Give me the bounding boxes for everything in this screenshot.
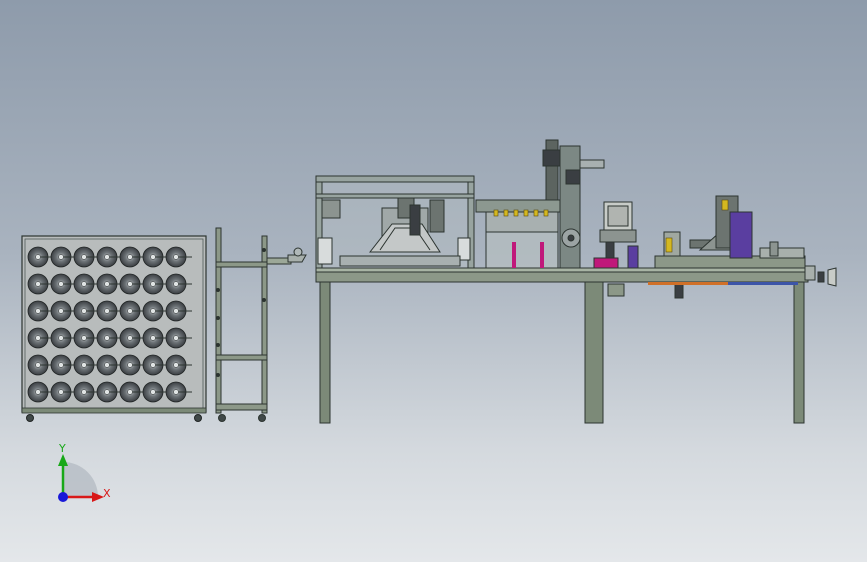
spool-hub [104, 281, 110, 287]
spool-hub [104, 308, 110, 314]
spool-hub [127, 281, 133, 287]
spool-hub [35, 281, 41, 287]
spool-hub [35, 389, 41, 395]
spool-rack [21, 235, 207, 422]
spool-hub [81, 281, 87, 287]
gantry-station [315, 175, 475, 269]
spool-hub [127, 362, 133, 368]
spool-hub [104, 389, 110, 395]
motor-station [593, 201, 639, 269]
side-rack [215, 227, 307, 422]
spool-hub [35, 308, 41, 314]
assembly-drawing: Y X [21, 139, 837, 502]
triad-plane [63, 462, 98, 497]
spool-hub [35, 362, 41, 368]
y-arrowhead [58, 454, 68, 466]
spool-hub [58, 335, 64, 341]
spool-hub [173, 281, 179, 287]
spool-hub [35, 335, 41, 341]
cad-viewport[interactable]: Y X [0, 0, 867, 562]
spool-hub [173, 362, 179, 368]
spool-hub [58, 308, 64, 314]
spool-hub [173, 389, 179, 395]
table-leg [793, 281, 805, 424]
spool-hub [173, 308, 179, 314]
spool-hub [150, 281, 156, 287]
spool-hub [150, 362, 156, 368]
spool-rack-base [21, 407, 207, 414]
spool-hub [127, 308, 133, 314]
table-leg [584, 281, 604, 424]
spool-hub [127, 254, 133, 260]
z-axis-origin [58, 492, 68, 502]
spool-hub [104, 254, 110, 260]
spool-hub [81, 335, 87, 341]
spool-hub [58, 362, 64, 368]
spool-hub [81, 362, 87, 368]
center-station [475, 139, 605, 269]
spool-hub [58, 254, 64, 260]
spool-hub [150, 389, 156, 395]
coordinate-triad: Y X [58, 442, 111, 502]
spool-hub [81, 389, 87, 395]
table-leg [319, 281, 331, 424]
spool-hub [104, 362, 110, 368]
x-axis-label: X [103, 487, 111, 500]
caster-wheel [26, 414, 202, 422]
spool-hub [150, 308, 156, 314]
spool-hub [173, 335, 179, 341]
spool-hub [173, 254, 179, 260]
spool-hub [81, 308, 87, 314]
spool-hub [81, 254, 87, 260]
spool-hub [150, 254, 156, 260]
spool-hub [35, 254, 41, 260]
machine-table [315, 267, 809, 424]
y-axis-label: Y [58, 442, 66, 455]
spool-hub [104, 335, 110, 341]
spool-hub [58, 389, 64, 395]
spool-hub [58, 281, 64, 287]
spool-hub [127, 335, 133, 341]
spool-hub [150, 335, 156, 341]
spool-hub [127, 389, 133, 395]
